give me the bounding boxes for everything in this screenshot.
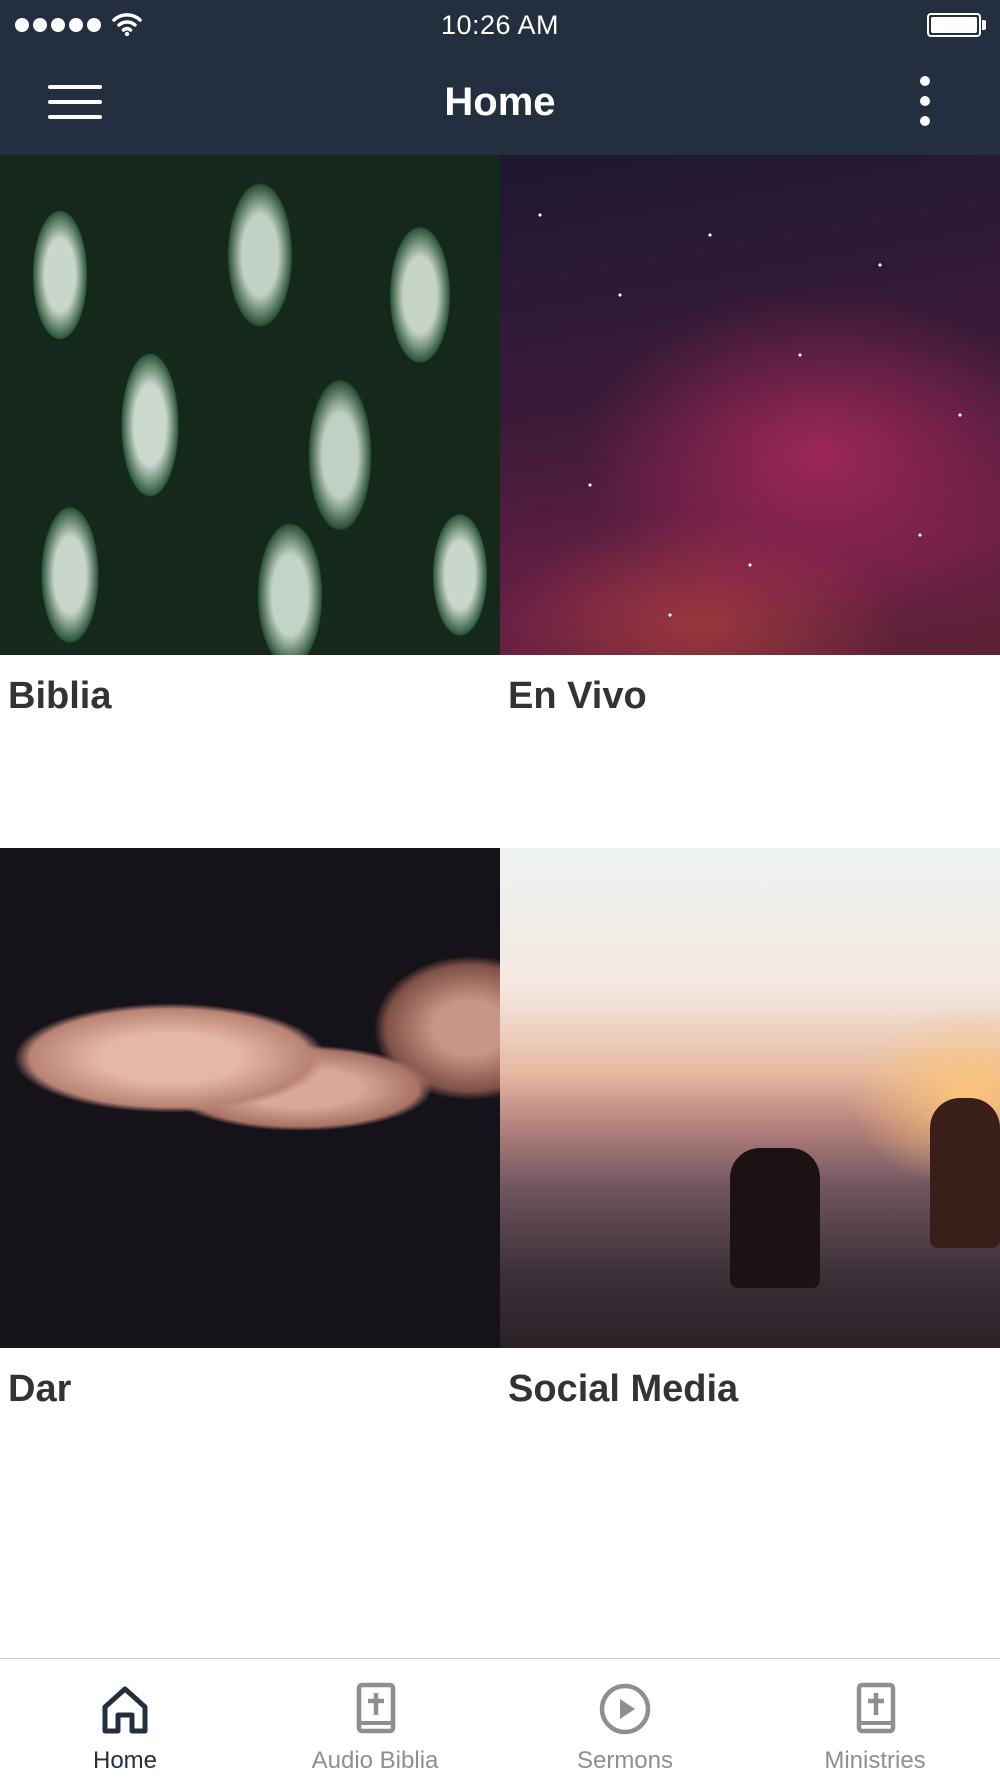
page-title: Home: [444, 80, 556, 124]
battery-icon: [927, 13, 981, 37]
tab-ministries[interactable]: Ministries: [750, 1659, 1000, 1778]
battery-tip: [982, 20, 986, 30]
tab-label: Audio Biblia: [311, 1747, 439, 1774]
tile-en-vivo[interactable]: En Vivo: [500, 155, 1000, 848]
bible-icon: [356, 1682, 396, 1734]
tab-sermons[interactable]: Sermons: [500, 1659, 750, 1778]
tab-label: Home: [92, 1747, 158, 1774]
green-leaves-image: [0, 155, 500, 655]
more-vertical-icon[interactable]: [905, 72, 945, 130]
status-time: 10:26 AM: [440, 10, 560, 40]
tab-audio-biblia[interactable]: Audio Biblia: [250, 1659, 500, 1778]
tile-dar[interactable]: Dar: [0, 848, 500, 1541]
bible-icon: [856, 1682, 896, 1734]
tile-label: En Vivo: [508, 675, 647, 717]
tile-biblia[interactable]: Biblia: [0, 155, 500, 848]
tile-label: Biblia: [8, 675, 112, 717]
person-silhouette: [730, 1148, 820, 1288]
tile-social-media[interactable]: Social Media: [500, 848, 1000, 1541]
tab-home[interactable]: Home: [0, 1659, 250, 1778]
starry-sky-image: [500, 155, 1000, 655]
home-icon: [102, 1686, 148, 1734]
tab-label: Ministries: [824, 1747, 926, 1774]
status-bar: 10:26 AM: [0, 0, 1000, 50]
tile-label: Social Media: [508, 1368, 739, 1410]
person-silhouette: [930, 1098, 1000, 1248]
nav-bar: Home: [0, 50, 1000, 155]
tab-bar: Home Audio Biblia Sermons Ministries: [0, 1658, 1000, 1778]
play-circle-icon: [599, 1683, 651, 1735]
tab-label: Sermons: [576, 1747, 674, 1774]
tile-label: Dar: [8, 1368, 72, 1410]
sunset-people-image: [500, 848, 1000, 1348]
open-hands-image: [0, 848, 500, 1348]
